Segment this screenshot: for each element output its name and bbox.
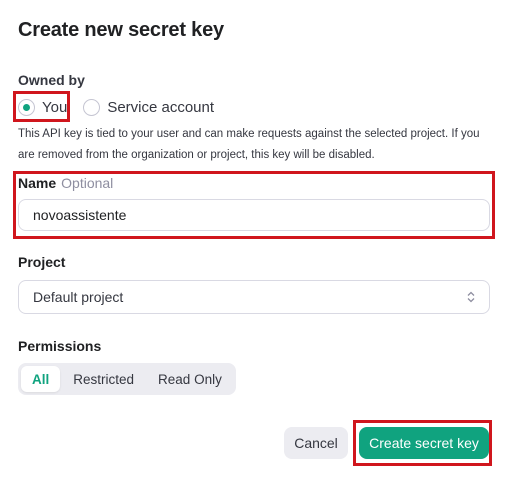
owned-by-service-account-label: Service account: [107, 98, 215, 116]
chevron-updown-svg: [467, 291, 475, 303]
owned-by-service-account-option[interactable]: Service account: [83, 98, 215, 116]
radio-service-account[interactable]: [83, 98, 101, 116]
project-label: Project: [18, 254, 66, 270]
project-select-value: Default project: [33, 289, 124, 305]
permission-option-restricted[interactable]: Restricted: [62, 366, 145, 392]
permission-option-read-only[interactable]: Read Only: [147, 366, 233, 392]
owned-by-label: Owned by: [18, 72, 85, 88]
permission-option-all[interactable]: All: [21, 366, 61, 392]
dialog-title: Create new secret key: [18, 19, 224, 41]
permissions-label: Permissions: [18, 338, 102, 354]
highlight-create-button: [353, 420, 492, 466]
highlight-name-field: [13, 171, 495, 239]
permissions-segmented-control: All Restricted Read Only: [18, 363, 236, 395]
cancel-button[interactable]: Cancel: [284, 427, 348, 459]
project-select[interactable]: Default project: [18, 280, 490, 314]
chevron-updown-icon: [467, 291, 475, 303]
owned-by-help-text: This API key is tied to your user and ca…: [18, 128, 480, 161]
highlight-owned-by-you: [13, 91, 70, 122]
